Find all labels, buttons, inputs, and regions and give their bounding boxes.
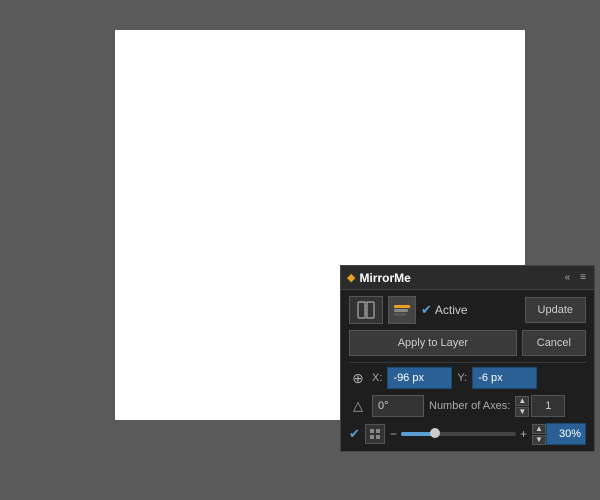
opacity-spinner-wrap: ▲ ▼ xyxy=(532,423,586,445)
mirrorMe-icon: ◆ xyxy=(347,271,355,284)
x-input[interactable] xyxy=(387,367,452,389)
y-input[interactable] xyxy=(472,367,537,389)
axes-increment-button[interactable]: ▲ xyxy=(515,396,529,406)
axes-input[interactable] xyxy=(531,395,565,417)
opacity-slider-track[interactable] xyxy=(401,432,516,436)
x-label: X: xyxy=(372,372,382,384)
opacity-input[interactable] xyxy=(546,423,586,445)
panel-title-controls: « ≡ xyxy=(563,273,588,283)
opacity-slider-thumb[interactable] xyxy=(430,428,440,438)
panel-content: ✔ Active Update Apply to Layer Cancel ⊕ … xyxy=(341,290,594,451)
active-checkmark-icon: ✔ xyxy=(421,302,432,318)
opacity-slider-container: − + xyxy=(390,427,527,441)
axes-spinner-buttons: ▲ ▼ xyxy=(515,396,529,417)
angle-input[interactable] xyxy=(372,395,424,417)
apply-to-layer-button[interactable]: Apply to Layer xyxy=(349,330,517,356)
axes-label: Number of Axes: xyxy=(429,400,510,412)
opacity-checkmark-icon: ✔ xyxy=(349,426,360,442)
mirror-tool-svg xyxy=(356,300,376,320)
panel-menu-button[interactable]: ≡ xyxy=(578,273,588,283)
slider-minus-icon: − xyxy=(390,427,397,441)
row-opacity: ✔ − + ▲ ▼ xyxy=(349,423,586,445)
row-angle-axes: △ Number of Axes: ▲ ▼ xyxy=(349,395,586,417)
layers-stack-icon xyxy=(394,305,410,316)
slider-plus-icon: + xyxy=(520,427,527,441)
grid-icon-box[interactable] xyxy=(365,424,385,444)
opacity-increment-button[interactable]: ▲ xyxy=(532,424,546,434)
opacity-decrement-button[interactable]: ▼ xyxy=(532,435,546,445)
panel-title: MirrorMe xyxy=(359,271,410,285)
cancel-button[interactable]: Cancel xyxy=(522,330,586,356)
divider-1 xyxy=(349,362,586,363)
panel-titlebar: ◆ MirrorMe « ≡ xyxy=(341,266,594,290)
axes-decrement-button[interactable]: ▼ xyxy=(515,407,529,417)
axes-spinner: ▲ ▼ xyxy=(515,395,565,417)
update-button[interactable]: Update xyxy=(525,297,586,323)
mirror-panel: ◆ MirrorMe « ≡ xyxy=(340,265,595,452)
opacity-spinner-buttons: ▲ ▼ xyxy=(532,424,546,445)
active-check[interactable]: ✔ Active xyxy=(421,302,520,318)
angle-icon: △ xyxy=(349,398,367,414)
grid-icon xyxy=(369,428,381,440)
active-label: Active xyxy=(435,303,468,317)
crosshair-icon: ⊕ xyxy=(349,370,367,387)
mirror-tool-icon-box[interactable] xyxy=(349,296,383,324)
row-active-update: ✔ Active Update xyxy=(349,296,586,324)
panel-collapse-button[interactable]: « xyxy=(563,273,573,283)
layers-icon-box[interactable] xyxy=(388,296,416,324)
y-label: Y: xyxy=(457,372,467,384)
row-xy-coords: ⊕ X: Y: xyxy=(349,367,586,389)
panel-title-left: ◆ MirrorMe xyxy=(347,271,411,285)
row-apply-cancel: Apply to Layer Cancel xyxy=(349,330,586,356)
